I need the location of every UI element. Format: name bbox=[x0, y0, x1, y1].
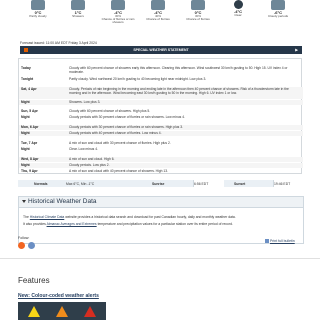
row-label: Sun, 5 Apr bbox=[21, 109, 38, 113]
divider bbox=[0, 258, 320, 259]
p2-post: temperature and precipitation values for… bbox=[96, 222, 233, 226]
forecast-row: Night Cloudy periods with 30 percent cha… bbox=[19, 115, 303, 120]
forecast-days: 0°C Partly cloudy 1°C Showers -4°C 30% C… bbox=[18, 0, 300, 38]
historical-weather-panel: Historical Weather Data The Historical C… bbox=[18, 196, 304, 244]
weather-page: 0°C Partly cloudy 1°C Showers -4°C 30% C… bbox=[0, 0, 320, 320]
flurries-icon bbox=[151, 0, 165, 10]
chevron-right-icon: ▶ bbox=[295, 48, 298, 52]
follow-label: Follow: bbox=[18, 236, 30, 240]
row-text: Clear. Low minus 4. bbox=[69, 147, 98, 151]
forecast-row: Sat, 4 Apr Cloudy. Periods of rain begin… bbox=[19, 87, 303, 99]
day-cond: Chance of flurries or rain showers bbox=[101, 17, 135, 25]
historical-climate-data-link[interactable]: Historical Climate Data bbox=[30, 215, 64, 219]
row-label: Night bbox=[21, 100, 30, 104]
share-icon[interactable] bbox=[28, 242, 35, 249]
row-text: A mix of sun and cloud. High 6. bbox=[69, 157, 115, 161]
warning-icon bbox=[24, 48, 28, 52]
day-1[interactable]: 1°C Showers bbox=[58, 0, 98, 18]
normals-value: Max 6°C, Min -1°C bbox=[66, 181, 95, 186]
historical-header[interactable]: Historical Weather Data bbox=[19, 197, 303, 208]
row-text: Showers. Low plus 3. bbox=[69, 100, 101, 104]
forecast-row: Night Cloudy periods. Low plus 2. bbox=[19, 163, 303, 168]
day-2[interactable]: -4°C 30% Chance of flurries or rain show… bbox=[98, 0, 138, 25]
cloudy-periods-icon bbox=[271, 0, 285, 10]
row-label: Mon, 6 Apr bbox=[21, 125, 39, 129]
forecast-row: Wed, 8 Apr A mix of sun and cloud. High … bbox=[19, 157, 303, 162]
forecast-row: Tue, 7 Apr A mix of sun and cloud with 3… bbox=[19, 141, 303, 146]
forecast-row: Today Cloudy with 60 percent chance of s… bbox=[19, 66, 303, 76]
day-cond: Partly cloudy bbox=[29, 14, 47, 18]
rss-icon[interactable] bbox=[18, 242, 25, 249]
row-text: Partly cloudy. Wind northwest 20 km/h gu… bbox=[69, 77, 207, 81]
showers-icon bbox=[71, 0, 85, 10]
forecast-row: Tonight Partly cloudy. Wind northwest 20… bbox=[19, 77, 303, 83]
forecast-row: Sun, 5 Apr Cloudy with 60 percent chance… bbox=[19, 109, 303, 114]
row-text: A mix of sun and cloud with 30 percent c… bbox=[69, 141, 171, 145]
day-cond: Cloudy periods bbox=[267, 14, 288, 18]
expand-triangle-icon bbox=[22, 200, 26, 203]
row-text: Cloudy periods. Low plus 2. bbox=[69, 163, 110, 167]
row-text: Cloudy periods with 40 percent chance of… bbox=[69, 131, 162, 135]
row-label: Night bbox=[21, 163, 30, 167]
almanac-link[interactable]: Almanac Averages and Extremes bbox=[47, 222, 97, 226]
day-5[interactable]: -4°C Clear bbox=[218, 0, 258, 17]
historical-title: Historical Weather Data bbox=[28, 198, 97, 205]
row-label: Thu, 9 Apr bbox=[21, 169, 38, 173]
row-label: Wed, 8 Apr bbox=[21, 157, 39, 161]
day-3[interactable]: -4°C 40% Chance of flurries bbox=[138, 0, 178, 21]
day-6[interactable]: -6°C Cloudy periods bbox=[258, 0, 298, 18]
forecast-table: Today Cloudy with 60 percent chance of s… bbox=[18, 58, 303, 174]
forecast-row: Night Clear. Low minus 4. bbox=[19, 147, 303, 152]
row-label: Today bbox=[21, 66, 31, 70]
p1-post: website provides a historical data searc… bbox=[64, 215, 236, 219]
weather-alerts-image[interactable] bbox=[18, 302, 106, 320]
sunrise-value: 6:56 EDT bbox=[194, 181, 209, 186]
sunrise-label: Sunrise bbox=[152, 181, 165, 186]
historical-paragraph-1: The Historical Climate Data website prov… bbox=[23, 215, 236, 219]
sunset-value: 19:46 EDT bbox=[274, 181, 291, 186]
yellow-alert-icon bbox=[28, 306, 40, 317]
p1-pre: The bbox=[23, 215, 30, 219]
normals-bar: Normals Max 6°C, Min -1°C Sunrise 6:56 E… bbox=[18, 180, 303, 187]
colour-coded-alerts-link[interactable]: New: Colour-coded weather alerts bbox=[18, 293, 99, 299]
orange-alert-icon bbox=[56, 306, 68, 317]
row-label: Night bbox=[21, 147, 30, 151]
historical-paragraph-2: It also provides Almanac Averages and Ex… bbox=[23, 222, 233, 226]
forecast-row: Mon, 6 Apr Cloudy periods with 30 percen… bbox=[19, 125, 303, 130]
red-alert-icon bbox=[84, 306, 96, 317]
row-text: Cloudy. Periods of rain beginning in the… bbox=[69, 87, 289, 95]
row-text: Cloudy with 60 percent chance of showers… bbox=[69, 109, 151, 113]
normals-label: Normals bbox=[34, 181, 48, 186]
row-text: Cloudy periods with 30 percent chance of… bbox=[69, 125, 183, 129]
sunset-label: Sunset bbox=[234, 181, 246, 186]
day-4[interactable]: 0°C 30% Chance of flurries bbox=[178, 0, 218, 21]
row-label: Tue, 7 Apr bbox=[21, 141, 38, 145]
special-statement-label: SPECIAL WEATHER STATEMENT bbox=[133, 48, 189, 52]
p2-pre: It also provides bbox=[23, 222, 47, 226]
features-heading: Features bbox=[18, 276, 50, 285]
day-cond: Clear bbox=[234, 13, 242, 17]
row-label: Night bbox=[21, 131, 30, 135]
row-text: Cloudy with 60 percent chance of showers… bbox=[69, 66, 288, 74]
sun-icon bbox=[233, 0, 243, 9]
flurries-icon bbox=[111, 0, 125, 10]
row-label: Night bbox=[21, 115, 30, 119]
day-cond: Showers bbox=[72, 14, 84, 18]
forecast-issued: Forecast issued: 11:00 AM EDT Friday 3 A… bbox=[20, 41, 97, 45]
day-cond: Chance of flurries bbox=[186, 17, 210, 21]
partly-cloudy-icon bbox=[31, 0, 45, 10]
print-full-bulletin-link[interactable]: Print full bulletin bbox=[270, 239, 295, 243]
row-label: Tonight bbox=[21, 77, 34, 81]
print-icon bbox=[265, 239, 269, 243]
day-cond: Chance of flurries bbox=[146, 17, 170, 21]
special-weather-statement-banner[interactable]: SPECIAL WEATHER STATEMENT ▶ bbox=[20, 46, 302, 54]
forecast-row: Thu, 9 Apr A mix of sun and cloud with 4… bbox=[19, 169, 303, 174]
flurries-icon bbox=[191, 0, 205, 10]
forecast-row: Night Cloudy periods with 40 percent cha… bbox=[19, 131, 303, 136]
day-0[interactable]: 0°C Partly cloudy bbox=[18, 0, 58, 18]
row-text: A mix of sun and cloud with 40 percent c… bbox=[69, 169, 168, 173]
forecast-row: Night Showers. Low plus 3. bbox=[19, 100, 303, 105]
row-label: Sat, 4 Apr bbox=[21, 87, 37, 91]
row-text: Cloudy periods with 30 percent chance of… bbox=[69, 115, 185, 119]
